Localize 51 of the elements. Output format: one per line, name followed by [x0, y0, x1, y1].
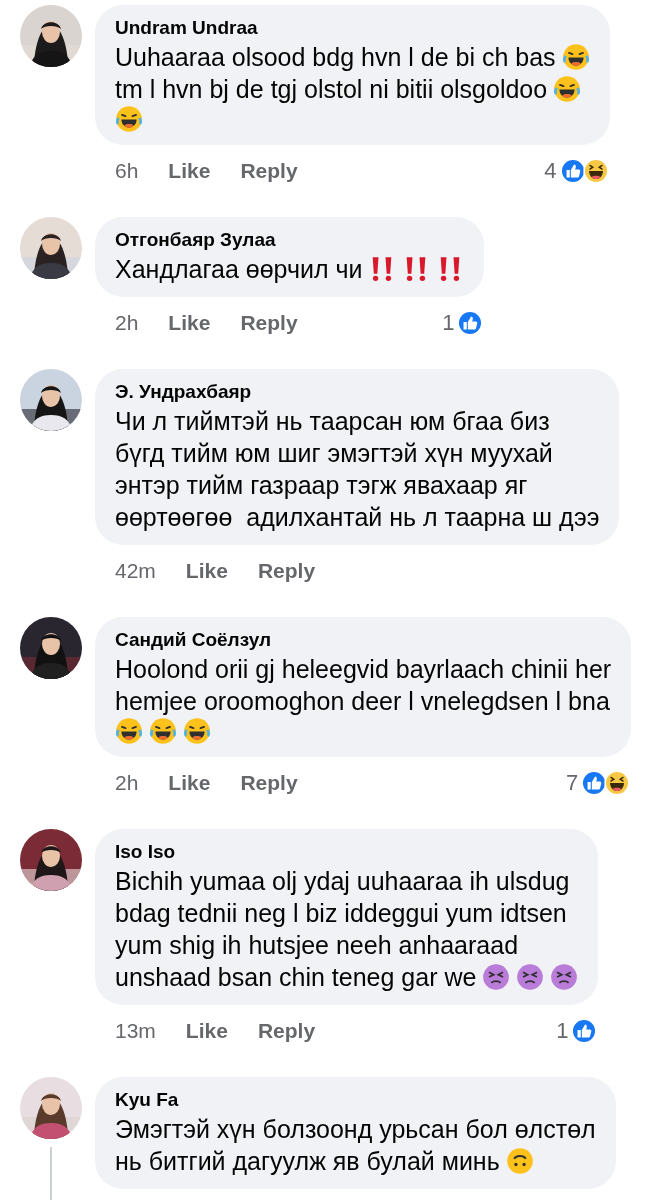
reaction-count: 1	[442, 310, 455, 336]
comment-text: Bichih yumaa olj ydaj uuhaaraa ih ulsdug	[115, 866, 570, 897]
comment-text: bdag tednii neg l biz iddeggui yum idtsen	[115, 898, 567, 929]
comment-text: өөртөөгөө адилхантай нь л таарна ш дээ	[115, 502, 600, 533]
reply-link[interactable]: Reply	[257, 559, 316, 583]
laughing-tears-emoji-icon	[149, 717, 177, 745]
author-name[interactable]: Iso Iso	[115, 839, 579, 865]
reply-link[interactable]: Reply	[257, 1019, 316, 1043]
comment-time: 2h	[115, 771, 139, 795]
like-link[interactable]: Like	[185, 1019, 228, 1043]
like-link[interactable]: Like	[168, 771, 211, 795]
comment-time: 6h	[115, 159, 139, 183]
comment-text: Эмэгтэй хүн болзоонд урьсан бол өлстөл	[115, 1114, 596, 1145]
author-name[interactable]: Kyu Fa	[115, 1087, 596, 1113]
laughing-tears-emoji-icon	[553, 75, 582, 103]
comment-text: Чи л тиймтэй нь таарсан юм бгаа биз	[115, 406, 550, 437]
author-name[interactable]: Undram Undraa	[115, 15, 590, 41]
comment-time: 13m	[115, 1019, 156, 1043]
comment-text: Hoolond orii gj heleegvid bayrlaach chinii her	[115, 654, 612, 685]
reply-link[interactable]: Reply	[240, 159, 298, 183]
laughing-tears-emoji-icon	[183, 717, 211, 745]
reply-link[interactable]: Reply	[240, 771, 298, 795]
reaction-count: 4	[544, 158, 557, 184]
comment-text: Uuhaaraa olsood bdg hvn l de bi ch bas	[115, 42, 556, 73]
laughing-tears-emoji-icon	[561, 43, 590, 71]
author-name[interactable]: Э. Ундрахбаяр	[115, 379, 600, 405]
like-link[interactable]: Like	[185, 559, 228, 583]
author-name[interactable]: Сандий Соёлзул	[115, 627, 612, 653]
comment-text: энтэр тийм газраар тэгж явахаар яг	[115, 470, 528, 501]
comment-text: hemjee oroomoghon deer l vnelegdsen l bna	[115, 686, 610, 717]
reply-link[interactable]: Reply	[240, 311, 298, 335]
like-link[interactable]: Like	[168, 311, 211, 335]
squinting-face-emoji-icon	[482, 963, 511, 991]
comment-text: unshaad bsan chin teneg gar we	[115, 962, 477, 993]
comment-text: yum shig ih hutsjee neeh anhaaraad	[115, 930, 519, 961]
reaction-count: 7	[565, 770, 579, 796]
comment-text: tm l hvn bj de tgj olstol ni bitii olsgoldoo	[115, 74, 548, 105]
comment-text: бүгд тийм юм шиг эмэгтэй хүн муухай	[115, 438, 553, 469]
laughing-tears-emoji-icon	[115, 717, 143, 745]
upside-down-face-emoji-icon	[505, 1147, 534, 1175]
laughing-tears-emoji-icon	[115, 105, 143, 133]
comment-time: 2h	[115, 311, 139, 335]
reaction-count: 1	[556, 1018, 569, 1044]
comment-text: Хандлагаа өөрчил чи	[115, 254, 363, 285]
squinting-face-emoji-icon	[516, 963, 545, 991]
comment-time: 42m	[115, 559, 156, 583]
laughing-face-icon	[581, 157, 610, 185]
like-link[interactable]: Like	[168, 159, 211, 183]
comment-text: нь битгий дагуулж яв булай минь	[115, 1146, 500, 1177]
author-name[interactable]: Отгонбаяр Зулаа	[115, 227, 465, 253]
squinting-face-emoji-icon	[550, 963, 579, 991]
